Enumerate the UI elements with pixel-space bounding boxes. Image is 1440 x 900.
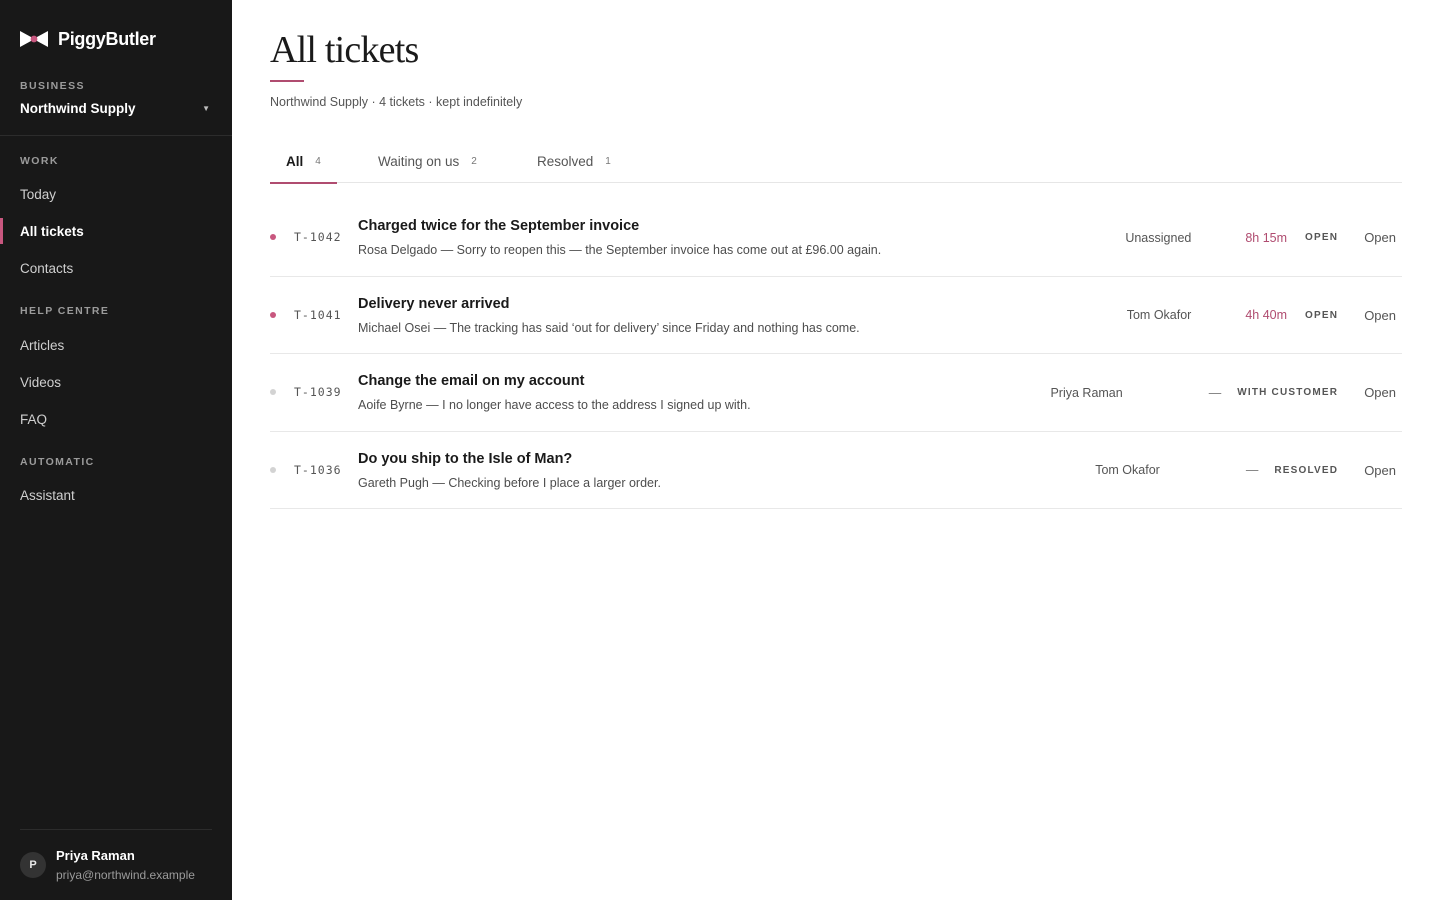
title-underline (270, 80, 304, 82)
status-badge: RESOLVED (1274, 464, 1339, 476)
sidebar-divider (0, 135, 232, 136)
sidebar-item-contacts[interactable]: Contacts (0, 253, 232, 283)
ticket-id: T-1039 (294, 385, 342, 399)
tab-all[interactable]: All 4 (270, 140, 337, 184)
ticket-meta: Priya Raman — WITH CUSTOMER Open (1050, 354, 1396, 431)
user-email: priya@northwind.example (56, 868, 195, 882)
ticket-tabs: All 4 Waiting on us 2 Resolved 1 (270, 140, 1402, 184)
unread-dot-icon (270, 311, 276, 318)
bowtie-logo-icon (20, 31, 48, 47)
ticket-snippet: Michael Osei — The tracking has said ‘ou… (358, 320, 860, 335)
ticket-sla: 4h 40m (1245, 308, 1288, 322)
section-label-automatic: AUTOMATIC (20, 456, 95, 468)
sidebar-item-articles[interactable]: Articles (0, 330, 232, 360)
user-divider (20, 829, 212, 830)
status-badge: OPEN (1305, 309, 1339, 321)
open-ticket-link[interactable]: Open (1364, 385, 1396, 400)
status-badge: WITH CUSTOMER (1237, 387, 1339, 398)
ticket-sla: — (1208, 385, 1222, 400)
ticket-snippet: Gareth Pugh — Checking before I place a … (358, 475, 661, 490)
open-ticket-link[interactable]: Open (1364, 230, 1396, 245)
tab-label: All (286, 154, 304, 169)
ticket-subject: Charged twice for the September invoice (358, 218, 640, 234)
table-row[interactable]: T-1041 Delivery never arrived Michael Os… (270, 277, 1402, 354)
section-label-help-centre: HELP CENTRE (20, 305, 110, 317)
section-label-work: WORK (20, 155, 59, 167)
sidebar: PiggyButler BUSINESS Northwind Supply ▼ … (0, 0, 232, 900)
read-dot-icon (270, 466, 276, 473)
page-subtitle: Northwind Supply · 4 tickets · kept inde… (270, 95, 523, 109)
open-ticket-link[interactable]: Open (1364, 308, 1396, 323)
page-title: All tickets (270, 29, 419, 71)
user-name: Priya Raman (56, 848, 135, 863)
sidebar-item-faq[interactable]: FAQ (0, 404, 232, 434)
ticket-snippet: Aoife Byrne — I no longer have access to… (358, 398, 751, 412)
ticket-sla: — (1245, 463, 1259, 477)
ticket-id: T-1042 (294, 230, 342, 244)
ticket-list: T-1042 Charged twice for the September i… (270, 199, 1402, 509)
sidebar-item-today[interactable]: Today (0, 179, 232, 209)
sidebar-item-videos[interactable]: Videos (0, 367, 232, 397)
ticket-assignee: Tom Okafor (1095, 463, 1160, 477)
business-name: Northwind Supply (20, 100, 136, 116)
ticket-subject: Do you ship to the Isle of Man? (358, 450, 573, 467)
brand-name: PiggyButler (58, 28, 156, 49)
ticket-subject: Delivery never arrived (358, 295, 510, 312)
ticket-meta: Tom Okafor — RESOLVED Open (1095, 432, 1396, 509)
table-row[interactable]: T-1042 Charged twice for the September i… (270, 199, 1402, 277)
ticket-assignee: Tom Okafor (1126, 308, 1192, 322)
brand[interactable]: PiggyButler (20, 28, 156, 50)
business-label: BUSINESS (20, 80, 85, 92)
ticket-snippet: Rosa Delgado — Sorry to reopen this — th… (358, 243, 882, 257)
sidebar-item-all-tickets[interactable]: All tickets (0, 216, 232, 246)
ticket-id: T-1041 (294, 307, 342, 322)
ticket-assignee: Priya Raman (1050, 385, 1123, 400)
caret-down-icon: ▼ (202, 103, 210, 113)
tab-label: Resolved (537, 154, 594, 169)
ticket-assignee: Unassigned (1125, 230, 1192, 245)
tab-resolved[interactable]: Resolved 1 (537, 140, 611, 183)
unread-dot-icon (270, 234, 276, 240)
tab-label: Waiting on us (378, 154, 460, 169)
ticket-id: T-1036 (294, 462, 342, 477)
tab-count: 2 (471, 156, 477, 167)
status-badge: OPEN (1305, 232, 1339, 243)
sidebar-item-assistant[interactable]: Assistant (0, 480, 232, 510)
read-dot-icon (270, 389, 276, 395)
ticket-meta: Unassigned 8h 15m OPEN Open (1125, 199, 1396, 276)
tab-count: 4 (315, 156, 321, 167)
tab-count: 1 (605, 156, 611, 167)
tab-waiting-on-us[interactable]: Waiting on us 2 (378, 140, 477, 183)
business-selector[interactable]: Northwind Supply ▼ (20, 99, 212, 117)
table-row[interactable]: T-1039 Change the email on my account Ao… (270, 354, 1402, 432)
open-ticket-link[interactable]: Open (1364, 463, 1396, 478)
table-row[interactable]: T-1036 Do you ship to the Isle of Man? G… (270, 432, 1402, 509)
ticket-subject: Change the email on my account (358, 373, 585, 389)
ticket-sla: 8h 15m (1245, 230, 1288, 245)
avatar[interactable]: P (20, 852, 46, 878)
ticket-meta: Tom Okafor 4h 40m OPEN Open (1127, 277, 1396, 354)
